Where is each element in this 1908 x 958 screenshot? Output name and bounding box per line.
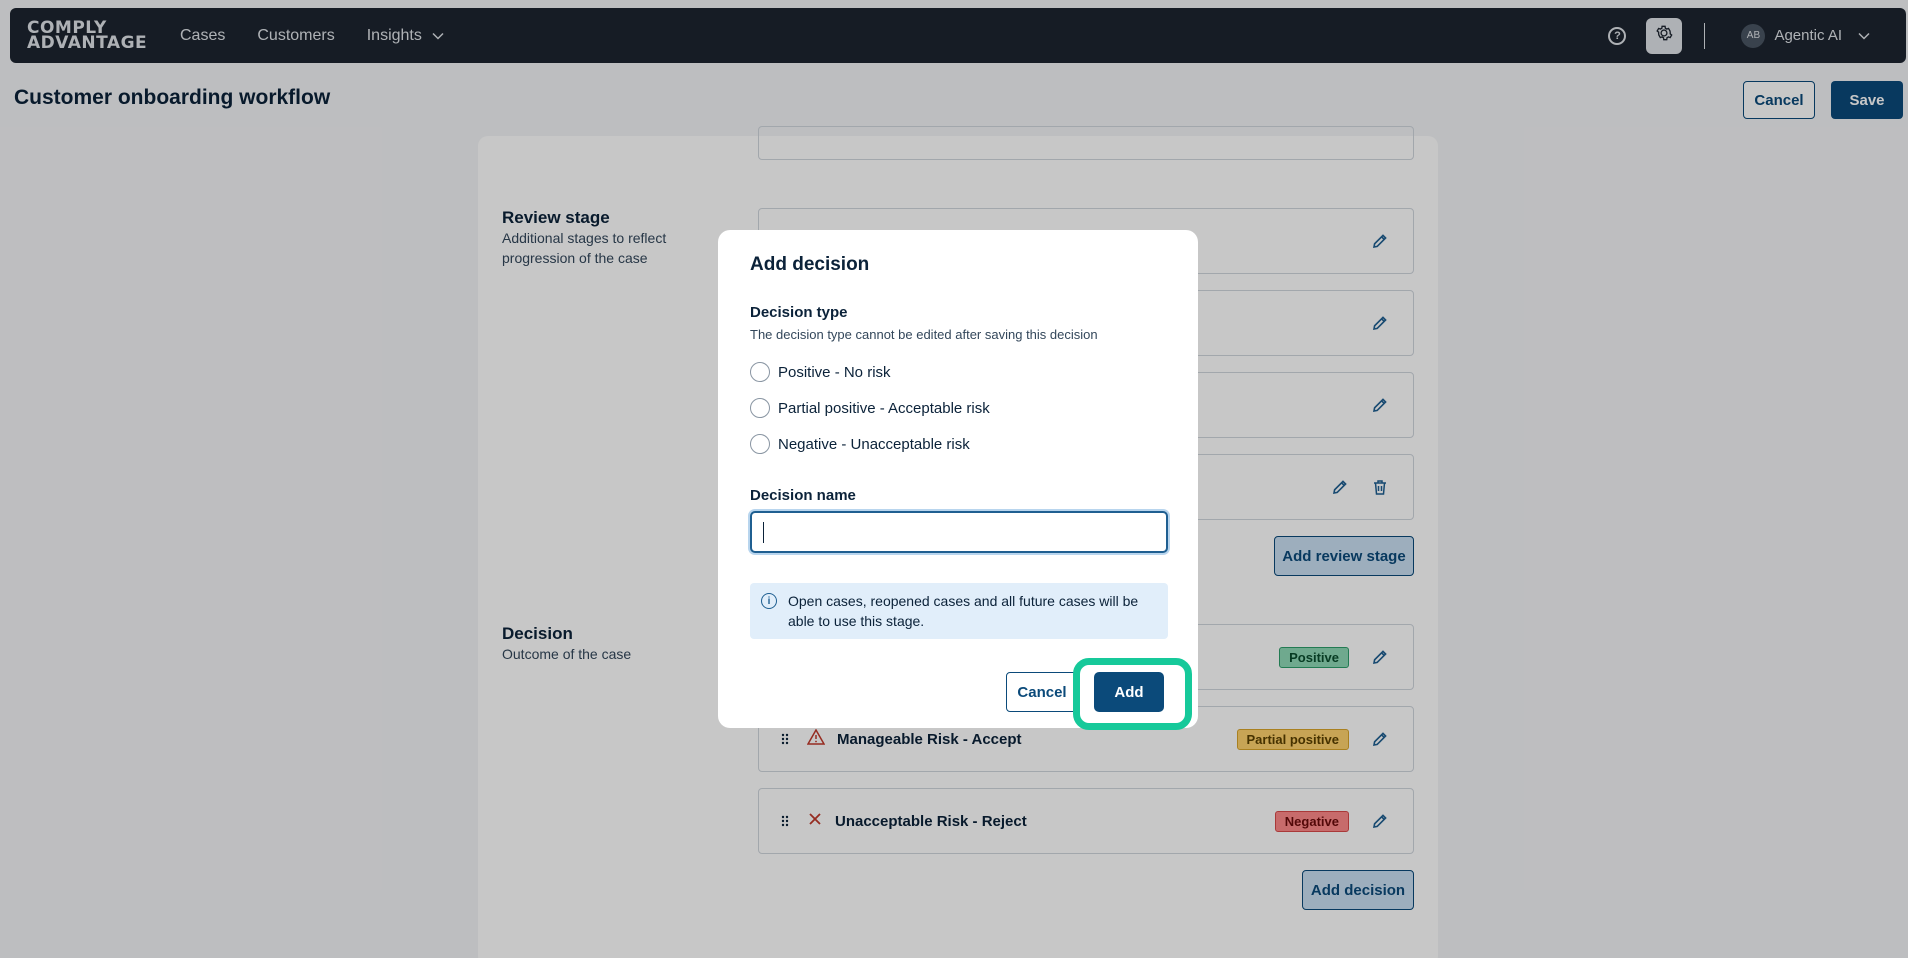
decision-name-input[interactable] (750, 511, 1168, 553)
text-cursor (763, 522, 764, 543)
radio-option-negative[interactable]: Negative - Unacceptable risk (750, 434, 970, 454)
add-decision-modal: Add decision Decision type The decision … (718, 230, 1198, 728)
radio-button[interactable] (750, 398, 770, 418)
radio-label[interactable]: Positive - No risk (778, 364, 891, 381)
decision-type-hint: The decision type cannot be edited after… (750, 327, 1098, 342)
radio-label[interactable]: Negative - Unacceptable risk (778, 436, 970, 453)
modal-cancel-button[interactable]: Cancel (1006, 672, 1078, 712)
radio-option-positive[interactable]: Positive - No risk (750, 362, 891, 382)
add-button-highlight (1073, 658, 1192, 730)
radio-option-partial-positive[interactable]: Partial positive - Acceptable risk (750, 398, 990, 418)
radio-label[interactable]: Partial positive - Acceptable risk (778, 400, 990, 417)
info-text: Open cases, reopened cases and all futur… (788, 593, 1139, 629)
info-banner: i Open cases, reopened cases and all fut… (750, 583, 1168, 639)
decision-type-label: Decision type (750, 304, 848, 321)
decision-name-label: Decision name (750, 487, 856, 504)
info-icon: i (761, 593, 777, 609)
modal-title: Add decision (750, 254, 870, 275)
radio-button[interactable] (750, 362, 770, 382)
radio-button[interactable] (750, 434, 770, 454)
